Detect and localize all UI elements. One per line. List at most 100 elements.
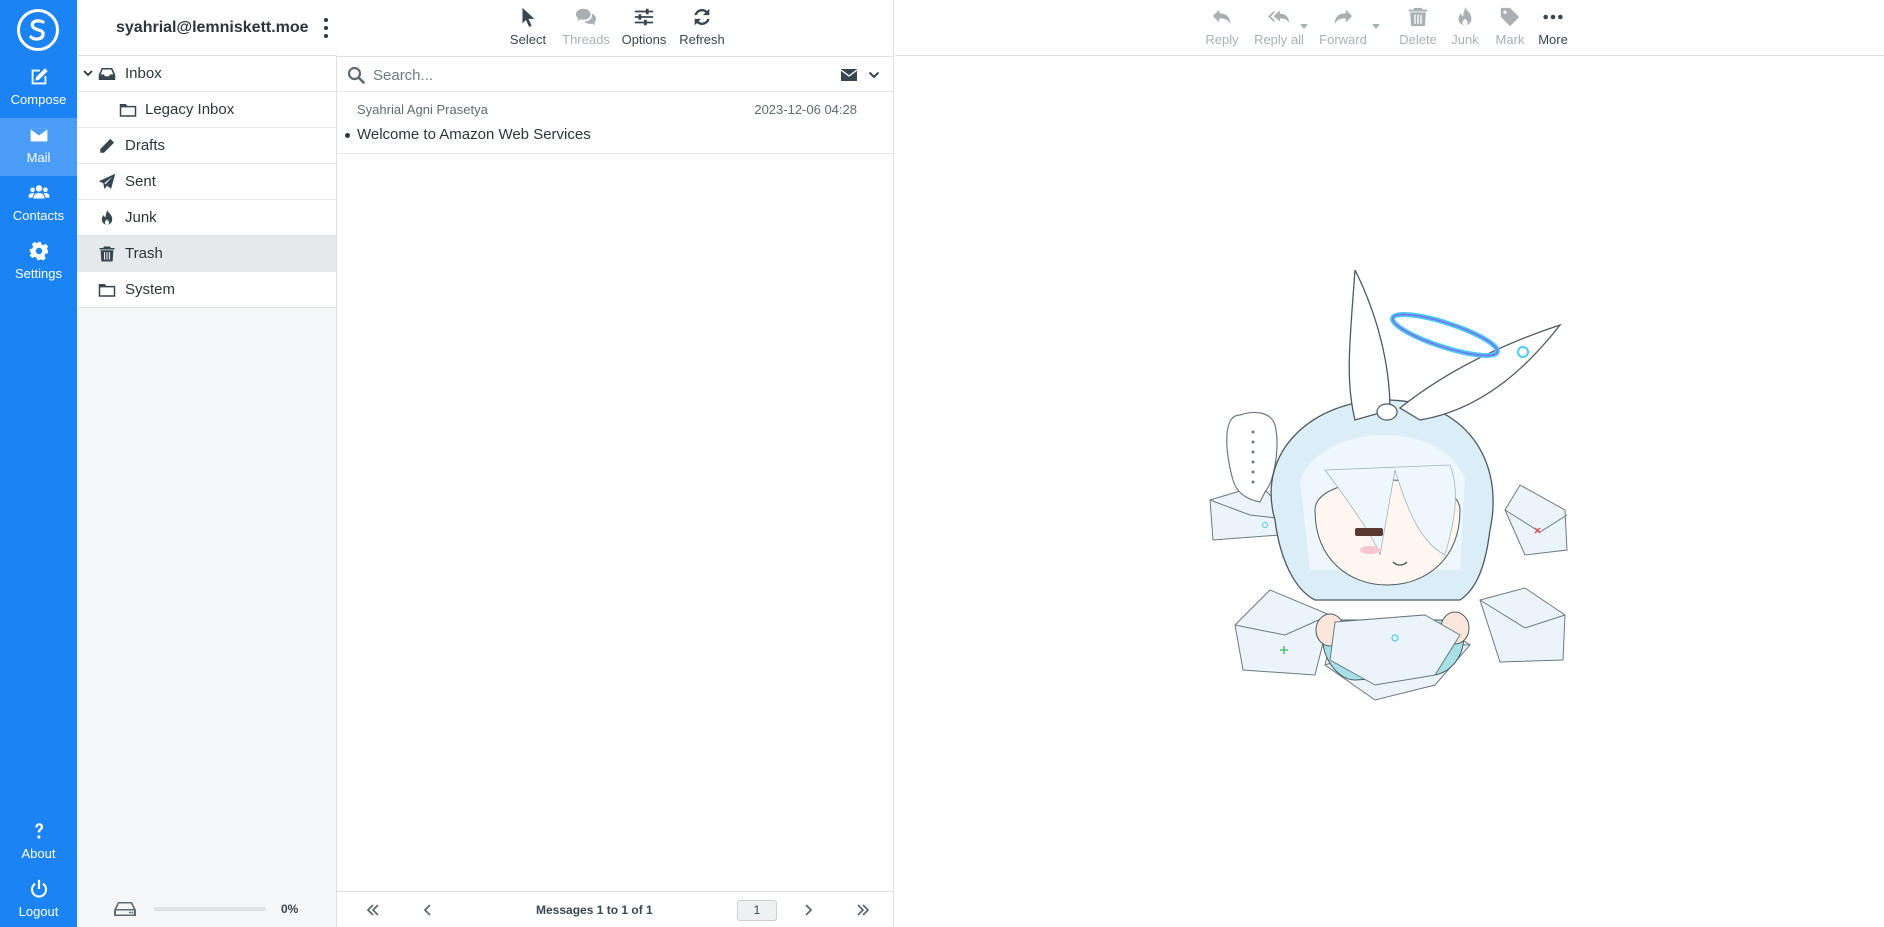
folder-drafts[interactable]: Drafts (77, 128, 336, 164)
junk-button[interactable]: Junk (1446, 0, 1484, 56)
list-toolbar: Select Threads Options Refresh (499, 0, 731, 56)
nav-compose[interactable]: Compose (0, 60, 77, 118)
mail-app: Compose Mail Contacts Settings About Log… (0, 0, 1884, 927)
reply-icon (1212, 9, 1231, 25)
folder-inbox[interactable]: Inbox (77, 56, 336, 92)
paper-plane-icon (97, 172, 117, 192)
trash-icon (1408, 7, 1428, 27)
hard-drive-icon (114, 902, 136, 916)
fire-icon (1458, 6, 1472, 26)
folder-icon (118, 100, 138, 120)
folder-inbox-label: Inbox (125, 65, 162, 82)
nav-contacts[interactable]: Contacts (0, 176, 77, 234)
reply-all-caret-icon[interactable] (1300, 24, 1308, 29)
mascot-illustration (1209, 270, 1568, 701)
unread-dot (345, 133, 350, 138)
refresh-button[interactable]: Refresh (673, 0, 731, 56)
account-email: syahrial@lemniskett.moe (116, 18, 309, 36)
main-nav: Compose Mail Contacts Settings About Log… (0, 0, 77, 927)
message-subject: Welcome to Amazon Web Services (357, 126, 591, 143)
page-number-input[interactable]: 1 (737, 900, 777, 921)
folder-junk[interactable]: Junk (77, 200, 336, 236)
nav-settings[interactable]: Settings (0, 234, 77, 292)
options-button[interactable]: Options (615, 0, 673, 56)
sliders-icon (634, 8, 654, 26)
delete-button[interactable]: Delete (1397, 0, 1439, 56)
folder-panel: syahrial@lemniskett.moe Inbox Legacy Inb… (77, 0, 337, 927)
more-label: More (1538, 32, 1568, 47)
nav-contacts-label: Contacts (12, 208, 65, 223)
folder-sent[interactable]: Sent (77, 164, 336, 200)
nav-about[interactable]: About (0, 814, 77, 872)
envelope-icon[interactable] (840, 67, 858, 83)
reply-button[interactable]: Reply (1201, 0, 1243, 56)
folder-legacy-inbox[interactable]: Legacy Inbox (77, 92, 336, 128)
logo-icon[interactable] (17, 9, 59, 51)
first-page-button[interactable] (363, 900, 383, 920)
refresh-icon (694, 8, 710, 26)
more-button[interactable]: More (1534, 0, 1572, 56)
compose-icon (31, 68, 48, 85)
quota-percent: 0% (281, 902, 299, 916)
folder-trash[interactable]: Trash (77, 236, 336, 272)
reply-label: Reply (1205, 32, 1239, 47)
tag-icon (1500, 7, 1520, 27)
account-header: syahrial@lemniskett.moe (77, 0, 337, 56)
envelope-icon (30, 128, 47, 142)
quota-bar (154, 907, 266, 911)
select-button[interactable]: Select (499, 0, 557, 56)
folder-system[interactable]: System (77, 272, 336, 308)
forward-caret-icon[interactable] (1372, 24, 1380, 29)
nav-compose-label: Compose (10, 92, 67, 107)
forward-icon (1334, 9, 1353, 25)
threads-label: Threads (562, 32, 610, 47)
reply-all-label: Reply all (1254, 32, 1304, 47)
nav-about-label: About (21, 846, 56, 861)
forward-label: Forward (1319, 32, 1367, 47)
nav-logout-label: Logout (18, 904, 59, 919)
forward-button[interactable]: Forward (1315, 0, 1371, 56)
folder-drafts-label: Drafts (125, 137, 166, 154)
account-menu-button[interactable] (321, 18, 331, 38)
threads-button[interactable]: Threads (557, 0, 615, 56)
folder-trash-label: Trash (125, 245, 163, 262)
prev-page-button[interactable] (418, 900, 438, 920)
nav-logout[interactable]: Logout (0, 872, 77, 927)
message-list-panel: Select Threads Options Refresh Syahrial … (337, 0, 894, 927)
mark-label: Mark (1495, 32, 1525, 47)
question-icon (34, 823, 43, 839)
message-toolbar: Reply Reply all Forward Delete Junk Mark… (895, 0, 1884, 56)
next-page-button[interactable] (798, 900, 818, 920)
pointer-icon (522, 7, 535, 27)
chevron-down-icon[interactable] (83, 68, 93, 78)
chevron-right-icon (805, 904, 813, 916)
folder-system-label: System (125, 281, 176, 298)
folder-junk-label: Junk (125, 209, 157, 226)
last-page-button[interactable] (853, 900, 873, 920)
nav-mail[interactable]: Mail (0, 118, 77, 176)
chevron-down-icon[interactable] (868, 69, 880, 81)
mark-button[interactable]: Mark (1491, 0, 1529, 56)
reply-all-icon (1268, 10, 1290, 24)
trash-icon (97, 244, 117, 264)
message-count: Messages 1 to 1 of 1 (536, 903, 653, 917)
message-row[interactable]: Syahrial Agni Prasetya 2023-12-06 04:28 … (337, 92, 893, 154)
refresh-label: Refresh (679, 32, 725, 47)
select-label: Select (509, 32, 547, 47)
folder-icon (97, 280, 117, 300)
double-chevron-left-icon (366, 904, 379, 916)
options-label: Options (621, 32, 667, 47)
ellipsis-icon (1543, 14, 1563, 20)
nav-settings-label: Settings (15, 266, 62, 281)
folder-sent-label: Sent (125, 173, 156, 190)
message-date: 2023-12-06 04:28 (754, 102, 857, 117)
search-bar (337, 56, 893, 92)
search-input[interactable] (373, 63, 813, 87)
chevron-left-icon (423, 904, 431, 916)
double-chevron-right-icon (857, 904, 870, 916)
pagination: Messages 1 to 1 of 1 1 (337, 891, 893, 927)
search-icon[interactable] (347, 66, 365, 84)
users-icon (27, 185, 50, 199)
comments-icon (575, 8, 597, 26)
message-from: Syahrial Agni Prasetya (357, 102, 488, 117)
